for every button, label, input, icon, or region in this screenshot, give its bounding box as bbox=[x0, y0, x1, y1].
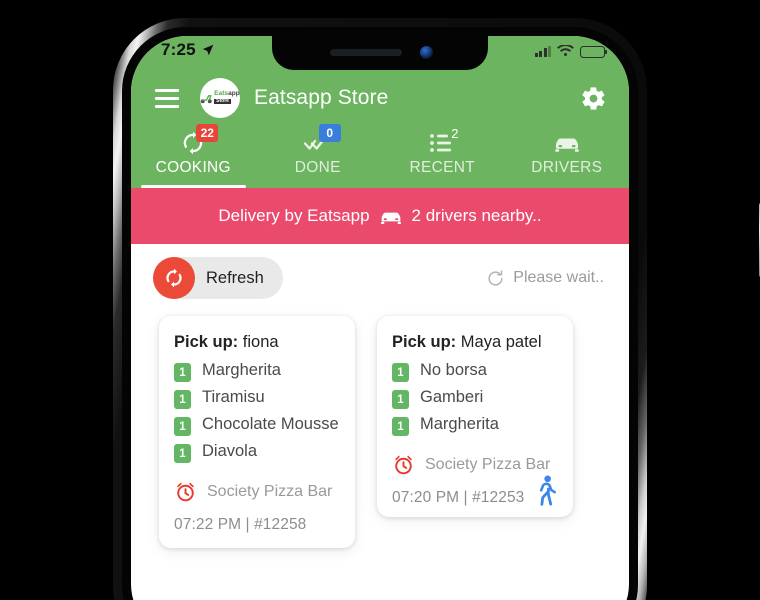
screenshot-stage: 7:25 Eatsapp Store Eatsapp Store 22 COOK… bbox=[0, 0, 760, 600]
wait-label: Please wait.. bbox=[513, 269, 604, 286]
tab-done-label: DONE bbox=[294, 159, 341, 176]
notch bbox=[272, 36, 488, 70]
delivery-banner[interactable]: Delivery by Eatsapp 2 drivers nearby.. bbox=[131, 188, 629, 244]
item-qty: 1 bbox=[174, 444, 191, 463]
order-card[interactable]: Pick up: Maya patel 1 No borsa 1 Gamberi bbox=[377, 316, 573, 517]
refresh-icon bbox=[153, 257, 195, 299]
scooter-icon bbox=[200, 94, 212, 103]
order-pickup-header: Pick up: Maya patel bbox=[392, 333, 558, 352]
pickup-label: Pick up: bbox=[174, 333, 239, 351]
cooking-badge: 22 bbox=[196, 124, 219, 142]
phone-frame: 7:25 Eatsapp Store Eatsapp Store 22 COOK… bbox=[113, 18, 760, 600]
list-item: 1 Margherita bbox=[392, 415, 558, 436]
delivery-banner-text-before: Delivery by Eatsapp bbox=[218, 206, 370, 225]
list-item: 1 Diavola bbox=[174, 442, 340, 463]
phone-screen: 7:25 Eatsapp Store Eatsapp Store 22 COOK… bbox=[131, 36, 629, 600]
status-time: 7:25 bbox=[161, 40, 196, 59]
wait-status: Please wait.. bbox=[486, 269, 604, 288]
order-store-row: Society Pizza Bar bbox=[392, 453, 558, 476]
pickup-customer: fiona bbox=[242, 333, 279, 351]
item-qty: 1 bbox=[174, 390, 191, 409]
location-arrow-icon bbox=[202, 44, 214, 56]
order-meta: 07:22 PM | #12258 bbox=[174, 516, 307, 533]
item-name: Margherita bbox=[420, 415, 499, 433]
order-store-row: Society Pizza Bar bbox=[174, 480, 340, 503]
refresh-cooking-icon: 22 bbox=[180, 124, 219, 156]
status-bar-left: 7:25 bbox=[161, 40, 215, 60]
done-badge: 0 bbox=[318, 124, 341, 142]
alarm-clock-icon bbox=[395, 455, 412, 475]
tab-cooking-label: COOKING bbox=[155, 159, 231, 176]
cellular-signal-icon bbox=[534, 46, 551, 57]
wifi-icon bbox=[557, 45, 574, 57]
status-bar-right bbox=[534, 45, 608, 58]
item-name: Margherita bbox=[202, 361, 281, 379]
tab-done[interactable]: 0 DONE bbox=[256, 124, 381, 188]
item-name: Chocolate Mousse bbox=[202, 415, 339, 433]
car-icon bbox=[553, 130, 581, 156]
delivery-banner-text-after: 2 drivers nearby.. bbox=[411, 206, 542, 225]
order-store-name: Society Pizza Bar bbox=[207, 482, 333, 500]
order-store-name: Society Pizza Bar bbox=[425, 455, 551, 473]
pickup-label: Pick up: bbox=[392, 333, 457, 351]
item-qty: 1 bbox=[174, 363, 191, 382]
item-qty: 1 bbox=[392, 390, 409, 409]
list-item: 1 No borsa bbox=[392, 361, 558, 382]
app-bar: Eatsapp Store Eatsapp Store bbox=[131, 70, 629, 126]
refresh-toolbar: Refresh Please wait.. bbox=[131, 244, 629, 308]
tab-bar: 22 COOKING 0 DONE 2 RECENT DRIVERS bbox=[131, 124, 630, 188]
page-title: Eatsapp Store bbox=[254, 86, 389, 109]
earpiece-speaker bbox=[330, 49, 402, 56]
item-qty: 1 bbox=[392, 417, 409, 436]
front-camera-icon bbox=[420, 46, 433, 59]
walking-person-icon[interactable] bbox=[534, 475, 560, 507]
item-qty: 1 bbox=[392, 363, 409, 382]
order-card-list: Pick up: fiona 1 Margherita 1 Tiramisu 1… bbox=[131, 308, 629, 548]
refresh-button[interactable]: Refresh bbox=[153, 257, 283, 299]
car-icon bbox=[380, 212, 401, 224]
order-card[interactable]: Pick up: fiona 1 Margherita 1 Tiramisu 1… bbox=[159, 316, 355, 548]
recent-count: 2 bbox=[451, 126, 459, 141]
item-name: Tiramisu bbox=[202, 388, 265, 406]
battery-low-icon bbox=[580, 45, 608, 58]
item-qty: 1 bbox=[174, 417, 191, 436]
spinner-icon bbox=[488, 269, 503, 286]
list-icon: 2 bbox=[429, 126, 458, 156]
item-name: No borsa bbox=[420, 361, 487, 379]
refresh-label: Refresh bbox=[206, 268, 264, 287]
item-name: Diavola bbox=[202, 442, 258, 460]
list-item: 1 Chocolate Mousse bbox=[174, 415, 340, 436]
phone-bezel: 7:25 Eatsapp Store Eatsapp Store 22 COOK… bbox=[122, 27, 638, 600]
list-item: 1 Gamberi bbox=[392, 388, 558, 409]
order-pickup-header: Pick up: fiona bbox=[174, 333, 340, 352]
alarm-clock-icon bbox=[177, 482, 194, 502]
list-item: 1 Tiramisu bbox=[174, 388, 340, 409]
hamburger-menu-icon[interactable] bbox=[155, 88, 179, 108]
tab-recent[interactable]: 2 RECENT bbox=[380, 126, 505, 188]
tab-cooking[interactable]: 22 COOKING bbox=[131, 124, 256, 188]
item-name: Gamberi bbox=[420, 388, 484, 406]
gear-icon[interactable] bbox=[580, 85, 607, 112]
logo-wordmark: Eatsapp Store bbox=[214, 90, 240, 105]
active-tab-indicator bbox=[140, 185, 246, 188]
double-check-icon: 0 bbox=[303, 124, 341, 156]
tab-drivers[interactable]: DRIVERS bbox=[505, 126, 630, 188]
list-item: 1 Margherita bbox=[174, 361, 340, 382]
pickup-customer: Maya patel bbox=[460, 333, 542, 351]
tab-recent-label: RECENT bbox=[409, 159, 476, 176]
tab-drivers-label: DRIVERS bbox=[531, 159, 603, 176]
app-logo: Eatsapp Store bbox=[200, 78, 240, 118]
